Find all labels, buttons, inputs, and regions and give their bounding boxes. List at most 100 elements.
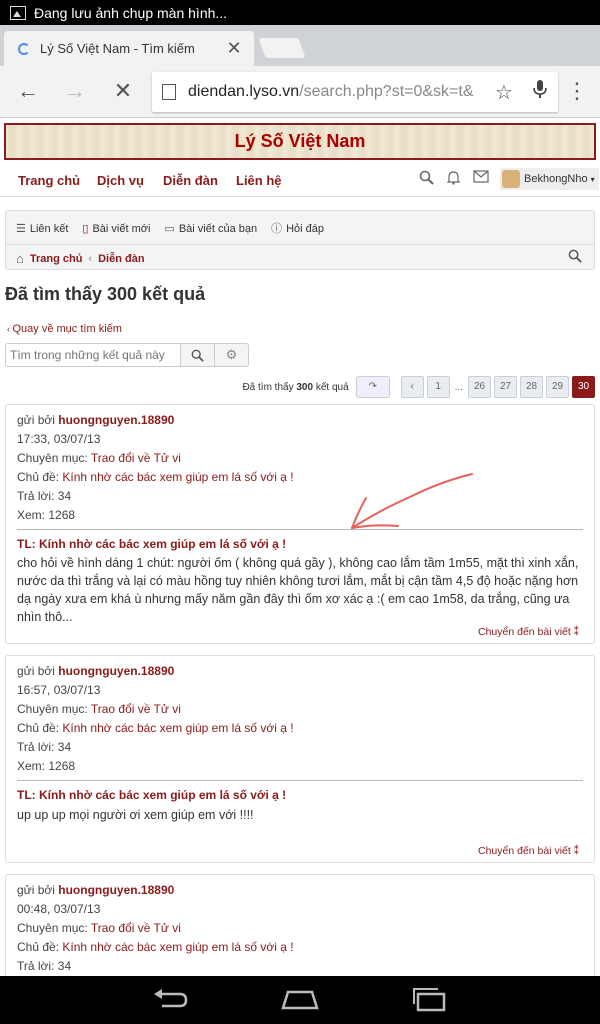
- home-icon: ⌂: [16, 251, 24, 266]
- topic-label: Chủ đề:: [17, 721, 60, 735]
- page-link[interactable]: 27: [494, 376, 517, 398]
- page-link[interactable]: 26: [468, 376, 491, 398]
- current-page: 30: [572, 376, 595, 398]
- result-replies-line: Trả lời: 34: [17, 740, 71, 754]
- bookmark-star-icon[interactable]: ☆: [486, 80, 522, 105]
- forum-label: Chuyên mục:: [17, 702, 88, 716]
- search-within-input[interactable]: [5, 343, 181, 367]
- post-time: 16:57, 03/07/13: [17, 683, 101, 697]
- post-time: 17:33, 03/07/13: [17, 432, 101, 446]
- breadcrumb: ⌂ Trang chủ ‹ Diễn đàn: [16, 251, 145, 266]
- topic-link[interactable]: Kính nhờ các bác xem giúp em lá số với ạ…: [62, 470, 293, 484]
- forum-link[interactable]: Trao đổi về Tử vi: [91, 451, 181, 465]
- site-logo[interactable]: Lý Số Việt Nam: [235, 131, 366, 152]
- recent-apps-icon[interactable]: [410, 986, 450, 1012]
- topic-link[interactable]: Kính nhờ các bác xem giúp em lá số với ạ…: [62, 721, 293, 735]
- jump-to-post-link[interactable]: Chuyển đến bài viết ⁑: [478, 626, 579, 638]
- back-to-search-link[interactable]: ‹ Quay về mục tìm kiếm: [7, 323, 122, 335]
- topic-label: Chủ đề:: [17, 940, 60, 954]
- subnav-search-icon[interactable]: [568, 249, 582, 266]
- notification-bell-icon[interactable]: [446, 170, 461, 189]
- page-title: Đã tìm thấy 300 kết quả: [5, 284, 206, 304]
- your-posts-link[interactable]: ▭ Bài viết của bạn: [164, 222, 257, 235]
- microphone-icon[interactable]: [522, 79, 558, 105]
- divider: [17, 529, 583, 530]
- page-link[interactable]: 1: [426, 376, 450, 398]
- result-count-number: 300: [296, 381, 314, 393]
- page-link[interactable]: 29: [546, 376, 569, 398]
- new-posts-link[interactable]: ▯ Bài viết mới: [82, 222, 150, 235]
- search-submit-button[interactable]: [181, 343, 215, 367]
- post-title-link[interactable]: TL: Kính nhờ các bác xem giúp em lá số v…: [17, 788, 286, 802]
- system-navigation-bar: [0, 976, 600, 1024]
- jump-to-page-button[interactable]: ↷: [355, 376, 390, 398]
- advanced-search-gear-icon[interactable]: ⚙: [215, 343, 249, 367]
- replies-label: Trả lời:: [17, 489, 55, 503]
- username: BekhongNho: [524, 173, 588, 185]
- nav-contact[interactable]: Liên hệ: [236, 173, 282, 188]
- tab-strip: Lý Số Việt Nam - Tìm kiếm ✕: [0, 25, 600, 66]
- stop-loading-icon[interactable]: ✕: [108, 78, 138, 104]
- replies-count: 34: [57, 740, 72, 754]
- views-count: 1268: [48, 508, 76, 522]
- forum-link[interactable]: Trao đổi về Tử vi: [91, 921, 181, 935]
- jump-to-post-link[interactable]: Chuyển đến bài viết ⁑: [478, 845, 579, 857]
- nav-services[interactable]: Dịch vụ: [97, 173, 144, 188]
- quick-links-label: Liên kết: [29, 222, 69, 235]
- result-topic-line: Chủ đề: Kính nhờ các bác xem giúp em lá …: [17, 721, 294, 735]
- your-posts-label: Bài viết của bạn: [178, 222, 258, 235]
- forward-arrow-icon[interactable]: →: [60, 78, 90, 104]
- nav-forum[interactable]: Diễn đàn: [163, 173, 218, 188]
- site-banner[interactable]: Lý Số Việt Nam: [4, 123, 596, 160]
- result-author-line: gửi bởi huongnguyen.18890: [17, 664, 174, 678]
- nav-home[interactable]: Trang chủ: [18, 173, 80, 188]
- faq-link[interactable]: ⓘ Hỏi đáp: [271, 220, 324, 236]
- post-time: 00:48, 03/07/13: [17, 902, 101, 916]
- new-tab-button[interactable]: [258, 38, 306, 58]
- avatar: [502, 170, 520, 188]
- back-to-search-label: Quay về mục tìm kiếm: [12, 323, 122, 335]
- search-result: gửi bởi huongnguyen.18890 00:48, 03/07/1…: [5, 874, 595, 984]
- quick-links[interactable]: ☰ Liên kết: [16, 222, 68, 235]
- views-count: 1268: [48, 759, 76, 773]
- replies-count: 34: [57, 959, 72, 973]
- views-label: Xem:: [17, 759, 46, 773]
- breadcrumb-forum[interactable]: Diễn đàn: [98, 253, 144, 265]
- page-link[interactable]: 28: [520, 376, 543, 398]
- forum-link[interactable]: Trao đổi về Tử vi: [91, 702, 181, 716]
- home-nav-icon[interactable]: [280, 986, 320, 1012]
- search-icon[interactable]: [419, 170, 434, 189]
- post-title-link[interactable]: TL: Kính nhờ các bác xem giúp em lá số v…: [17, 537, 286, 551]
- search-within-form: ⚙: [5, 343, 249, 367]
- replies-count: 34: [57, 489, 72, 503]
- post-snippet: cho hỏi về hình dáng 1 chút: người ốm ( …: [17, 556, 579, 624]
- previous-page-button[interactable]: ‹: [400, 376, 424, 398]
- address-bar[interactable]: diendan.lyso.vn/search.php?st=0&sk=t& ☆: [152, 72, 558, 112]
- back-nav-icon[interactable]: [150, 986, 190, 1012]
- author-link[interactable]: huongnguyen.18890: [58, 883, 174, 897]
- document-arrow-icon: ▭: [164, 222, 175, 235]
- author-link[interactable]: huongnguyen.18890: [58, 413, 174, 427]
- result-forum-line: Chuyên mục: Trao đổi về Tử vi: [17, 451, 181, 465]
- breadcrumb-separator-icon: ‹: [88, 252, 93, 265]
- pager-ellipsis: ...: [454, 381, 463, 393]
- breadcrumb-home[interactable]: Trang chủ: [30, 253, 83, 265]
- result-topic-line: Chủ đề: Kính nhờ các bác xem giúp em lá …: [17, 940, 294, 954]
- url-text[interactable]: diendan.lyso.vn/search.php?st=0&sk=t&: [188, 83, 486, 101]
- search-result: gửi bởi huongnguyen.18890 16:57, 03/07/1…: [5, 655, 595, 863]
- result-count: Đã tìm thấy 300 kết quả: [242, 382, 348, 393]
- close-tab-icon[interactable]: ✕: [224, 38, 244, 59]
- by-label: gửi bởi: [17, 883, 55, 897]
- messages-envelope-icon[interactable]: [473, 170, 489, 187]
- back-arrow-icon[interactable]: ←: [13, 78, 43, 104]
- topic-link[interactable]: Kính nhờ các bác xem giúp em lá số với ạ…: [62, 940, 293, 954]
- status-bar: Đang lưu ảnh chụp màn hình...: [0, 0, 600, 25]
- user-menu[interactable]: BekhongNho ▾: [500, 168, 599, 190]
- url-path: /search.php?st=0&sk=t&: [299, 83, 474, 100]
- overflow-menu-icon[interactable]: ⋮: [562, 78, 592, 104]
- result-views-line: Xem: 1268: [17, 759, 75, 773]
- status-notification: Đang lưu ảnh chụp màn hình...: [34, 4, 228, 21]
- browser-tab[interactable]: Lý Số Việt Nam - Tìm kiếm ✕: [4, 31, 254, 66]
- author-link[interactable]: huongnguyen.18890: [58, 664, 174, 678]
- page-info-icon[interactable]: [162, 84, 176, 100]
